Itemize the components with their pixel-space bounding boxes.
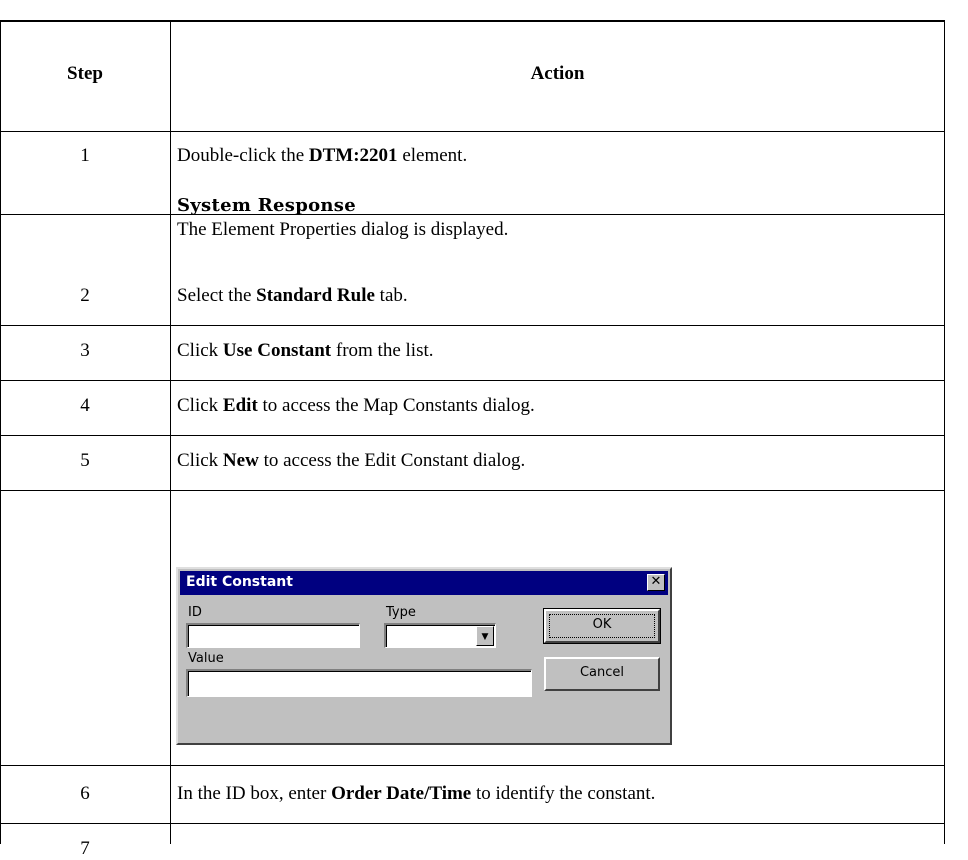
step-number: 5	[80, 450, 90, 471]
close-icon: ✕	[650, 574, 662, 589]
step-number: 1	[80, 145, 90, 166]
action-text: Click	[177, 340, 223, 361]
chevron-down-icon: ▼	[481, 632, 489, 642]
row-divider	[0, 765, 945, 766]
action-text: tab.	[374, 285, 408, 306]
value-input[interactable]	[186, 669, 532, 697]
system-response-title: System Response	[177, 195, 356, 216]
type-label: Type	[386, 605, 416, 620]
step-number: 2	[80, 285, 90, 306]
row-divider	[0, 380, 945, 381]
action-bold-text: DTM:2201	[308, 145, 398, 166]
action-text: from the list.	[331, 340, 434, 361]
header-step: Step	[67, 63, 103, 84]
dialog-title: Edit Constant	[186, 574, 293, 590]
id-input[interactable]	[186, 623, 360, 648]
table-header-divider	[0, 131, 945, 132]
action-bold-text: Order Date/Time	[331, 783, 472, 804]
action-bold-text: Edit	[222, 395, 258, 416]
step-action: Select the Standard Rule tab.	[177, 285, 408, 307]
row-divider	[0, 214, 945, 215]
table-top-border	[0, 20, 945, 22]
close-button[interactable]: ✕	[647, 574, 665, 591]
step-action: Click New to access the Edit Constant di…	[177, 450, 525, 472]
action-text: to access the Edit Constant dialog.	[258, 450, 526, 471]
row-divider	[0, 490, 945, 491]
step-number: 4	[80, 395, 90, 416]
type-select[interactable]: ▼	[384, 623, 496, 648]
action-text: to identify the constant.	[471, 783, 656, 804]
row-divider	[0, 435, 945, 436]
action-bold-text: New	[222, 450, 259, 471]
cancel-button[interactable]: Cancel	[544, 657, 660, 691]
action-text: Click	[177, 450, 223, 471]
action-bold-text: Standard Rule	[256, 285, 375, 306]
value-label: Value	[188, 651, 224, 666]
step-action: Click Edit to access the Map Constants d…	[177, 395, 535, 417]
system-response-text: The Element Properties dialog is display…	[177, 219, 509, 240]
step-number: 3	[80, 340, 90, 361]
edit-constant-dialog: Edit Constant ✕ ID Type ▼ Value OK Cance…	[176, 567, 672, 745]
row-divider	[0, 325, 945, 326]
row-divider	[0, 823, 945, 824]
focus-ring	[549, 614, 655, 638]
type-dropdown-button[interactable]: ▼	[476, 626, 494, 646]
cancel-button-label: Cancel	[579, 665, 625, 680]
column-divider	[170, 20, 171, 844]
dialog-titlebar[interactable]: Edit Constant ✕	[180, 571, 668, 595]
action-text: to access the Map Constants dialog.	[257, 395, 535, 416]
step-action: In the ID box, enter Order Date/Time to …	[177, 783, 655, 805]
step-number: 6	[80, 783, 90, 804]
id-label: ID	[188, 605, 202, 620]
action-text: element.	[397, 145, 468, 166]
ok-button[interactable]: OK	[543, 608, 661, 644]
action-bold-text: Use Constant	[222, 340, 332, 361]
action-text: Select the	[177, 285, 257, 306]
step-action: Double-click the DTM:2201 element.	[177, 145, 467, 167]
action-text: In the ID box, enter	[177, 783, 332, 804]
step-action: Click Use Constant from the list.	[177, 340, 434, 362]
action-text: Double-click the	[177, 145, 309, 166]
table-left-border	[0, 20, 1, 844]
header-action: Action	[530, 63, 585, 84]
table-right-border	[944, 20, 945, 844]
step-number: 7	[80, 838, 90, 859]
action-text: Click	[177, 395, 223, 416]
